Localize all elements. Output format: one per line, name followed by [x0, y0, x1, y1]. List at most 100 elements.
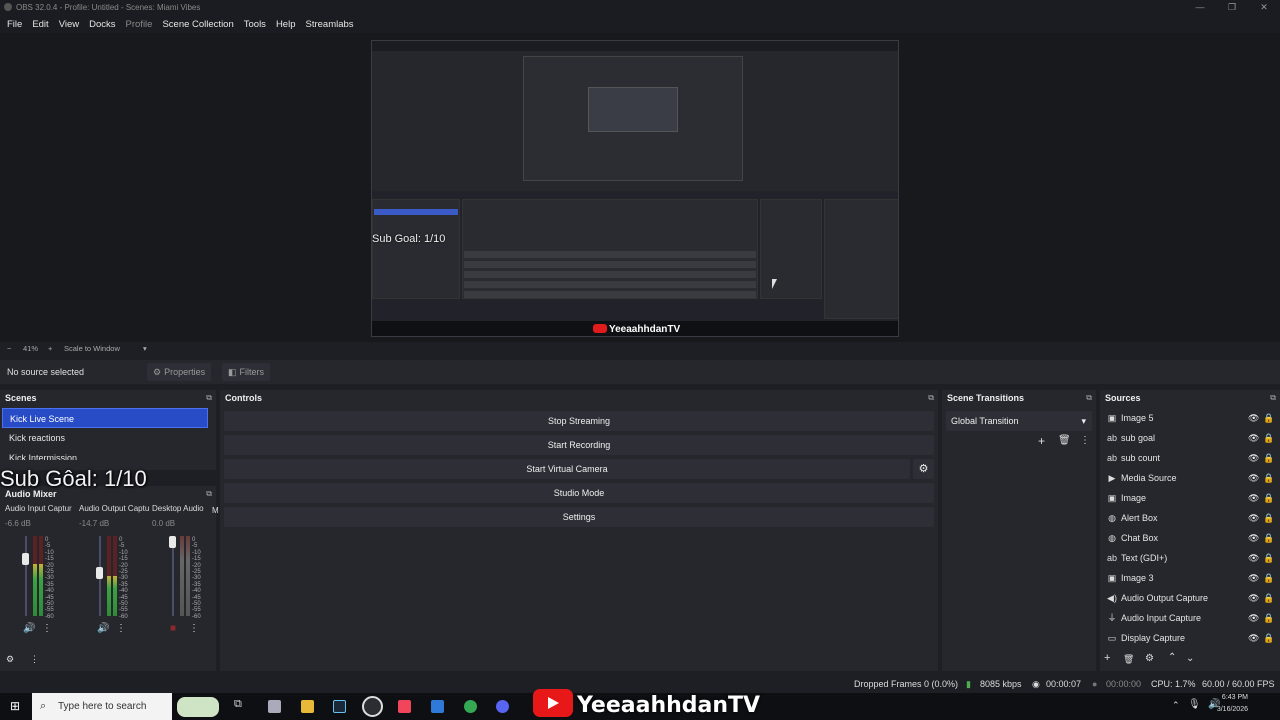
transition-menu-icon[interactable]: ⋮ — [1080, 435, 1090, 446]
speaker-icon[interactable]: 🔊 — [97, 623, 109, 634]
lock-icon[interactable]: 🔒 — [1263, 448, 1274, 468]
muted-speaker-icon[interactable]: ■ — [170, 623, 176, 634]
volume-fader-knob[interactable] — [169, 536, 176, 548]
visibility-eye-icon[interactable]: 👁 — [1248, 508, 1259, 528]
lock-icon[interactable]: 🔒 — [1263, 468, 1274, 488]
add-source-icon[interactable]: + — [1104, 652, 1110, 664]
clock-time[interactable]: 6:43 PM — [1206, 694, 1248, 701]
undock-icon[interactable]: ⧉ — [928, 390, 934, 406]
lock-icon[interactable]: 🔒 — [1263, 628, 1274, 648]
mixer-menu-icon[interactable]: ⋮ — [30, 654, 39, 665]
microphone-icon[interactable]: 🎙 — [1188, 699, 1201, 710]
channel-menu-icon[interactable]: ⋮ — [189, 623, 199, 634]
lock-icon[interactable]: 🔒 — [1263, 488, 1274, 508]
menu-docks[interactable]: Docks — [84, 19, 120, 30]
restore-button[interactable]: ❐ — [1216, 0, 1248, 15]
app-icon[interactable] — [268, 700, 281, 713]
start-recording-button[interactable]: Start Recording — [224, 435, 934, 455]
studio-mode-button[interactable]: Studio Mode — [224, 483, 934, 503]
source-item[interactable]: ab Text (GDI+) 👁 🔒 — [1100, 548, 1275, 568]
steam-icon[interactable] — [333, 700, 346, 713]
chevron-down-icon[interactable]: ▾ — [143, 342, 147, 356]
visibility-eye-icon[interactable]: 👁 — [1248, 468, 1259, 488]
scene-item[interactable]: Kick Live Scene — [2, 408, 208, 428]
properties-button[interactable]: ⚙ Properties — [147, 363, 212, 381]
remove-transition-icon[interactable]: 🗑 — [1058, 435, 1071, 446]
add-transition-icon[interactable]: + — [1038, 434, 1045, 448]
undock-icon[interactable]: ⧉ — [206, 486, 212, 502]
chrome-icon[interactable] — [464, 700, 477, 713]
source-properties-gear-icon[interactable]: ⚙ — [1145, 653, 1154, 664]
stop-streaming-button[interactable]: Stop Streaming — [224, 411, 934, 431]
visibility-eye-icon[interactable]: 👁 — [1248, 608, 1259, 628]
lock-icon[interactable]: 🔒 — [1263, 568, 1274, 588]
volume-fader-track[interactable] — [172, 536, 174, 616]
channel-menu-icon[interactable]: ⋮ — [116, 623, 126, 634]
move-down-icon[interactable]: ⌄ — [1186, 653, 1194, 664]
source-item[interactable]: ◀) Audio Output Capture 👁 🔒 — [1100, 588, 1275, 608]
taskbar-search[interactable]: ⌕ Type here to search — [32, 693, 172, 720]
tray-chevron-up-icon[interactable]: ⌃ — [1172, 700, 1180, 711]
visibility-eye-icon[interactable]: 👁 — [1248, 428, 1259, 448]
filters-button[interactable]: ◧ Filters — [222, 363, 271, 381]
visibility-eye-icon[interactable]: 👁 — [1248, 488, 1259, 508]
menu-help[interactable]: Help — [271, 19, 301, 30]
visibility-eye-icon[interactable]: 👁 — [1248, 408, 1259, 428]
task-view-icon[interactable]: ⧉ — [234, 698, 247, 711]
transition-select[interactable]: Global Transition ▾ — [946, 411, 1092, 431]
menu-file[interactable]: File — [2, 19, 27, 30]
discord-icon[interactable] — [496, 700, 509, 713]
volume-fader-track[interactable] — [25, 536, 27, 616]
menu-edit[interactable]: Edit — [27, 19, 53, 30]
advanced-audio-icon[interactable]: ⚙ — [6, 654, 14, 665]
visibility-eye-icon[interactable]: 👁 — [1248, 448, 1259, 468]
preview-canvas[interactable]: Sub Goal: 1/10 YeeaahhdanTV — [371, 40, 899, 337]
visibility-eye-icon[interactable]: 👁 — [1248, 528, 1259, 548]
source-item[interactable]: ▣ Image 3 👁 🔒 — [1100, 568, 1275, 588]
visibility-eye-icon[interactable]: 👁 — [1248, 548, 1259, 568]
visibility-eye-icon[interactable]: 👁 — [1248, 628, 1259, 648]
menu-scene-collection[interactable]: Scene Collection — [157, 19, 238, 30]
volume-fader-knob[interactable] — [96, 566, 103, 579]
remove-source-icon[interactable]: 🗑 — [1123, 654, 1134, 665]
zoom-in-button[interactable]: + — [48, 342, 52, 356]
close-button[interactable]: ✕ — [1248, 0, 1280, 15]
source-item[interactable]: ◍ Alert Box 👁 🔒 — [1100, 508, 1275, 528]
source-item[interactable]: ▭ Display Capture 👁 🔒 — [1100, 628, 1275, 648]
lock-icon[interactable]: 🔒 — [1263, 608, 1274, 628]
lock-icon[interactable]: 🔒 — [1263, 408, 1274, 428]
scene-item[interactable]: Kick Intermission — [2, 448, 208, 460]
windows-start-icon[interactable]: ⊞ — [10, 699, 20, 713]
zoom-out-button[interactable]: − — [7, 342, 11, 356]
channel-menu-icon[interactable]: ⋮ — [42, 623, 52, 634]
menu-view[interactable]: View — [54, 19, 84, 30]
menu-profile[interactable]: Profile — [121, 19, 158, 30]
move-up-icon[interactable]: ⌃ — [1168, 652, 1176, 663]
undock-icon[interactable]: ⧉ — [1086, 390, 1092, 406]
speaker-icon[interactable]: 🔊 — [23, 623, 35, 634]
lock-icon[interactable]: 🔒 — [1263, 588, 1274, 608]
start-virtual-camera-button[interactable]: Start Virtual Camera — [224, 459, 910, 479]
source-item[interactable]: ▣ Image 👁 🔒 — [1100, 488, 1275, 508]
source-item[interactable]: ▣ Image 5 👁 🔒 — [1100, 408, 1275, 428]
lock-icon[interactable]: 🔒 — [1263, 528, 1274, 548]
lock-icon[interactable]: 🔒 — [1263, 548, 1274, 568]
lock-icon[interactable]: 🔒 — [1263, 428, 1274, 448]
mail-icon[interactable] — [431, 700, 444, 713]
undock-icon[interactable]: ⧉ — [1270, 390, 1276, 406]
search-highlight-image-icon[interactable] — [177, 697, 219, 717]
visibility-eye-icon[interactable]: 👁 — [1248, 588, 1259, 608]
source-item[interactable]: ab sub count 👁 🔒 — [1100, 448, 1275, 468]
source-item[interactable]: ▶ Media Source 👁 🔒 — [1100, 468, 1275, 488]
minimize-button[interactable]: — — [1184, 0, 1216, 15]
lock-icon[interactable]: 🔒 — [1263, 508, 1274, 528]
volume-fader-knob[interactable] — [22, 553, 29, 565]
visibility-eye-icon[interactable]: 👁 — [1248, 568, 1259, 588]
scale-mode-select[interactable]: Scale to Window — [64, 342, 120, 356]
obs-taskbar-icon[interactable] — [362, 696, 383, 717]
undock-icon[interactable]: ⧉ — [206, 390, 212, 406]
file-explorer-icon[interactable] — [301, 700, 314, 713]
source-item[interactable]: ⏚ Audio Input Capture 👁 🔒 — [1100, 608, 1275, 628]
menu-streamlabs[interactable]: Streamlabs — [300, 19, 358, 30]
source-item[interactable]: ◍ Chat Box 👁 🔒 — [1100, 528, 1275, 548]
